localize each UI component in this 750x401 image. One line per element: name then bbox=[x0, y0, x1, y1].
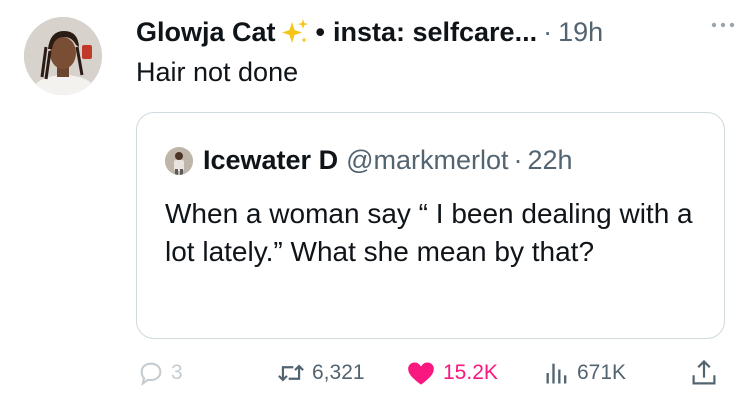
quoted-header: Icewater D @markmerlot · 22h bbox=[165, 145, 573, 176]
repost-count: 6,321 bbox=[312, 361, 365, 384]
repost-icon bbox=[278, 364, 304, 382]
view-count: 671K bbox=[577, 361, 627, 384]
like-button[interactable]: 15.2K bbox=[405, 353, 498, 393]
more-icon[interactable] bbox=[708, 15, 738, 35]
author-avatar[interactable] bbox=[24, 17, 102, 95]
author-name[interactable]: Glowja Cat bbox=[136, 17, 276, 48]
quoted-time-separator: · bbox=[513, 145, 523, 175]
quoted-author-name[interactable]: Icewater D bbox=[203, 145, 338, 176]
quoted-tweet[interactable]: Icewater D @markmerlot · 22h When a woma… bbox=[136, 112, 725, 339]
post-header: Glowja Cat • insta: selfcare... · 19h bbox=[136, 14, 736, 50]
time-separator: · bbox=[543, 16, 553, 47]
reply-icon bbox=[140, 362, 162, 387]
author-bio-snippet: insta: selfcare... bbox=[332, 16, 538, 47]
like-count: 15.2K bbox=[443, 361, 498, 384]
quoted-author-handle[interactable]: @markmerlot bbox=[346, 145, 508, 176]
repost-button[interactable]: 6,321 bbox=[276, 353, 365, 393]
quoted-text: When a woman say “ I been dealing with a… bbox=[165, 198, 693, 267]
views-button[interactable]: 671K bbox=[543, 353, 626, 393]
quoted-avatar[interactable] bbox=[165, 146, 193, 175]
reply-button[interactable]: 3 bbox=[137, 353, 183, 393]
quoted-time[interactable]: 22h bbox=[528, 145, 573, 176]
share-button[interactable] bbox=[690, 353, 724, 393]
quoted-avatar-photo bbox=[165, 146, 193, 175]
avatar-photo bbox=[24, 17, 102, 95]
action-bar: 3 6,321 15.2K 671K bbox=[0, 353, 750, 393]
share-icon bbox=[692, 359, 716, 385]
heart-icon bbox=[408, 362, 434, 385]
reply-count: 3 bbox=[171, 361, 183, 384]
views-icon bbox=[546, 363, 567, 384]
post-time[interactable]: 19h bbox=[558, 17, 603, 48]
bullet-separator: • bbox=[315, 16, 325, 47]
post-text: Hair not done bbox=[136, 57, 299, 87]
sparkle-icon bbox=[281, 19, 308, 43]
